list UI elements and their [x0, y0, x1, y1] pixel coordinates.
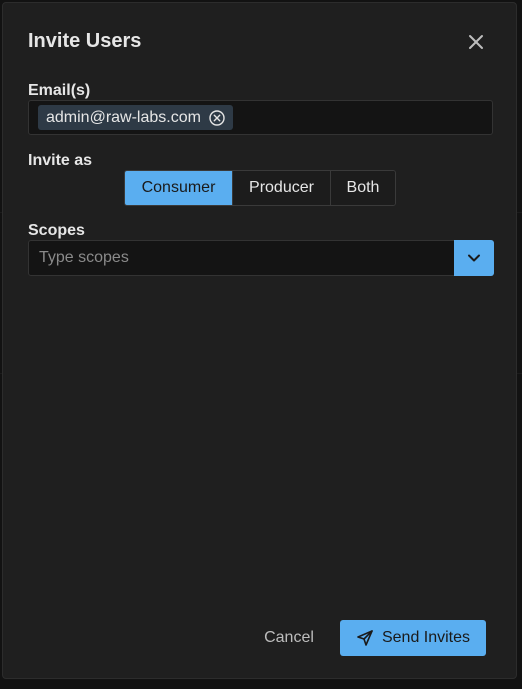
invite-as-segmented-control: Consumer Producer Both — [124, 170, 396, 206]
close-icon — [469, 35, 483, 49]
email-chip: admin@raw-labs.com — [38, 105, 233, 130]
email-chip-remove-button[interactable] — [209, 109, 225, 126]
email-chip-value: admin@raw-labs.com — [46, 108, 201, 126]
scopes-label: Scopes — [28, 222, 85, 239]
close-button[interactable] — [465, 31, 487, 53]
invite-as-label: Invite as — [28, 152, 93, 169]
cancel-button[interactable]: Cancel — [249, 620, 329, 656]
circle-x-icon — [209, 109, 225, 126]
scopes-input[interactable] — [29, 241, 454, 275]
invite-users-dialog: Invite Users Email(s) admin@raw-labs.com… — [2, 2, 517, 679]
send-invites-button[interactable]: Send Invites — [340, 620, 486, 656]
invite-as-both-option[interactable]: Both — [330, 171, 395, 205]
invite-as-producer-option[interactable]: Producer — [232, 171, 330, 205]
dialog-title: Invite Users — [28, 30, 142, 52]
invite-as-consumer-option[interactable]: Consumer — [125, 171, 232, 205]
emails-label: Email(s) — [28, 82, 91, 99]
paper-plane-icon — [356, 629, 374, 647]
send-invites-label: Send Invites — [381, 629, 471, 646]
email-field[interactable]: admin@raw-labs.com — [28, 100, 493, 135]
chevron-down-icon — [468, 254, 480, 262]
scopes-dropdown-toggle[interactable] — [454, 240, 494, 276]
scopes-select — [28, 240, 494, 276]
